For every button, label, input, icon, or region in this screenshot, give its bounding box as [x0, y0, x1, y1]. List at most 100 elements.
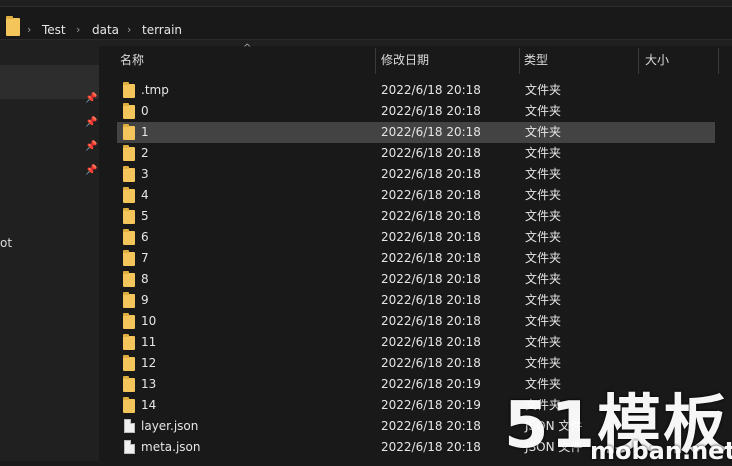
file-modified-date: 2022/6/18 20:18 [381, 167, 481, 181]
file-modified-date: 2022/6/18 20:18 [381, 188, 481, 202]
file-modified-date: 2022/6/18 20:18 [381, 209, 481, 223]
folder-icon [123, 124, 135, 140]
folder-icon [123, 292, 135, 308]
file-modified-date: 2022/6/18 20:18 [381, 104, 481, 118]
folder-icon [123, 271, 135, 287]
file-modified-date: 2022/6/18 20:18 [381, 230, 481, 244]
column-header-size[interactable]: 大小 [645, 46, 669, 74]
file-name[interactable]: 12 [141, 353, 156, 374]
pin-icon[interactable]: 📌 [85, 166, 97, 176]
file-modified-date: 2022/6/18 20:18 [381, 83, 481, 97]
file-modified-date: 2022/6/18 20:18 [381, 293, 481, 307]
column-header-date[interactable]: 修改日期 [381, 46, 429, 74]
column-header-name[interactable]: 名称 [120, 46, 144, 74]
column-divider[interactable] [519, 48, 520, 74]
folder-icon [123, 376, 135, 392]
file-row[interactable]: 11 2022/6/18 20:18 文件夹 [99, 332, 732, 353]
navigation-pane: 📌 📌 📌 📌 ot [0, 46, 99, 461]
file-modified-date: 2022/6/18 20:18 [381, 356, 481, 370]
folder-icon [123, 103, 135, 119]
column-header-type[interactable]: 类型 [524, 46, 548, 74]
file-modified-date: 2022/6/18 20:18 [381, 314, 481, 328]
file-name[interactable]: 13 [141, 374, 156, 395]
sort-ascending-icon: ^ [243, 43, 252, 54]
file-name[interactable]: 1 [141, 122, 149, 143]
file-type: 文件夹 [525, 83, 562, 97]
file-row[interactable]: 0 2022/6/18 20:18 文件夹 [99, 101, 732, 122]
nav-item-label[interactable]: ot [0, 236, 12, 250]
file-row[interactable]: 2 2022/6/18 20:18 文件夹 [99, 143, 732, 164]
file-type: 文件夹 [525, 251, 562, 265]
folder-icon [123, 145, 135, 161]
breadcrumb-item-terrain[interactable]: terrain [142, 22, 182, 38]
file-row[interactable]: 1 2022/6/18 20:18 文件夹 [99, 122, 732, 143]
breadcrumb[interactable]: › Test › data › terrain [0, 6, 732, 40]
file-type: 文件夹 [525, 167, 562, 181]
file-name[interactable]: 11 [141, 332, 156, 353]
file-row[interactable]: .tmp 2022/6/18 20:18 文件夹 [99, 80, 732, 101]
column-divider[interactable] [718, 48, 719, 74]
file-modified-date: 2022/6/18 20:18 [381, 146, 481, 160]
file-type: 文件夹 [525, 335, 562, 349]
file-type: 文件夹 [525, 146, 562, 160]
file-type: 文件夹 [525, 272, 562, 286]
file-row[interactable]: 4 2022/6/18 20:18 文件夹 [99, 185, 732, 206]
file-name[interactable]: 4 [141, 185, 149, 206]
breadcrumb-item-test[interactable]: Test [42, 22, 66, 38]
file-type: 文件夹 [525, 356, 562, 370]
file-name[interactable]: 8 [141, 269, 149, 290]
folder-icon [123, 208, 135, 224]
folder-icon [123, 397, 135, 413]
folder-icon [123, 334, 135, 350]
file-name[interactable]: .tmp [141, 80, 169, 101]
file-row[interactable]: 9 2022/6/18 20:18 文件夹 [99, 290, 732, 311]
file-modified-date: 2022/6/18 20:18 [381, 125, 481, 139]
folder-icon [123, 313, 135, 329]
file-modified-date: 2022/6/18 20:18 [381, 272, 481, 286]
file-type: 文件夹 [525, 188, 562, 202]
folder-icon [123, 250, 135, 266]
file-name[interactable]: 7 [141, 248, 149, 269]
chevron-right-icon[interactable]: › [27, 22, 31, 38]
column-header-row: ^ 名称 修改日期 类型 大小 [99, 43, 732, 74]
file-name[interactable]: 10 [141, 311, 156, 332]
file-modified-date: 2022/6/18 20:18 [381, 335, 481, 349]
file-row[interactable]: 6 2022/6/18 20:18 文件夹 [99, 227, 732, 248]
file-type: 文件夹 [525, 104, 562, 118]
column-divider[interactable] [638, 48, 639, 74]
file-row[interactable]: 3 2022/6/18 20:18 文件夹 [99, 164, 732, 185]
file-type: 文件夹 [525, 125, 562, 139]
file-modified-date: 2022/6/18 20:19 [381, 398, 481, 412]
column-divider[interactable] [375, 48, 376, 74]
file-type: 文件夹 [525, 230, 562, 244]
chevron-right-icon[interactable]: › [127, 22, 131, 38]
file-name[interactable]: 0 [141, 101, 149, 122]
chevron-right-icon[interactable]: › [76, 22, 80, 38]
file-name[interactable]: 6 [141, 227, 149, 248]
file-modified-date: 2022/6/18 20:18 [381, 251, 481, 265]
folder-icon [123, 82, 135, 98]
file-name[interactable]: 2 [141, 143, 149, 164]
file-name[interactable]: 14 [141, 395, 156, 416]
file-row[interactable]: 5 2022/6/18 20:18 文件夹 [99, 206, 732, 227]
file-row[interactable]: 8 2022/6/18 20:18 文件夹 [99, 269, 732, 290]
file-row[interactable]: 10 2022/6/18 20:18 文件夹 [99, 311, 732, 332]
file-name[interactable]: 5 [141, 206, 149, 227]
file-name[interactable]: 3 [141, 164, 149, 185]
file-row[interactable]: 7 2022/6/18 20:18 文件夹 [99, 248, 732, 269]
file-name[interactable]: meta.json [141, 437, 200, 458]
folder-icon [123, 166, 135, 182]
file-modified-date: 2022/6/18 20:19 [381, 377, 481, 391]
pin-icon[interactable]: 📌 [85, 118, 97, 128]
breadcrumb-item-data[interactable]: data [92, 22, 119, 38]
folder-icon [123, 229, 135, 245]
pin-icon[interactable]: 📌 [85, 142, 97, 152]
file-name[interactable]: layer.json [141, 416, 198, 437]
file-row[interactable]: 12 2022/6/18 20:18 文件夹 [99, 353, 732, 374]
file-type: 文件夹 [525, 209, 562, 223]
pin-icon[interactable]: 📌 [85, 94, 97, 104]
folder-icon [123, 187, 135, 203]
file-modified-date: 2022/6/18 20:18 [381, 440, 481, 454]
file-type: 文件夹 [525, 314, 562, 328]
file-name[interactable]: 9 [141, 290, 149, 311]
